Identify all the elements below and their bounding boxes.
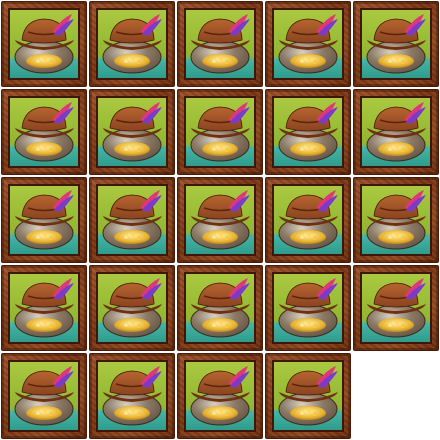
symbol-tile	[1, 353, 87, 439]
symbol-tile	[177, 89, 263, 175]
pirate-hat-gold-pot-symbol-icon	[274, 362, 342, 430]
symbol-tile	[265, 353, 351, 439]
pirate-hat-gold-pot-symbol-icon	[362, 186, 430, 254]
symbol-tile	[177, 265, 263, 351]
symbol-tile	[353, 265, 439, 351]
pirate-hat-gold-pot-symbol-icon	[186, 274, 254, 342]
symbol-tile	[177, 177, 263, 263]
symbol-tile	[177, 353, 263, 439]
pirate-hat-gold-pot-symbol-icon	[362, 10, 430, 78]
pirate-hat-gold-pot-symbol-icon	[274, 274, 342, 342]
pirate-hat-gold-pot-symbol-icon	[98, 10, 166, 78]
symbol-tile	[353, 89, 439, 175]
pirate-hat-gold-pot-symbol-icon	[98, 362, 166, 430]
pirate-hat-gold-pot-symbol-icon	[274, 186, 342, 254]
pirate-hat-gold-pot-symbol-icon	[362, 98, 430, 166]
pirate-hat-gold-pot-symbol-icon	[186, 362, 254, 430]
symbol-tile	[265, 265, 351, 351]
symbol-tile	[1, 1, 87, 87]
pirate-hat-gold-pot-symbol-icon	[10, 98, 78, 166]
symbol-tile	[89, 353, 175, 439]
symbol-tile	[353, 177, 439, 263]
symbol-tile	[89, 89, 175, 175]
symbol-tile	[89, 177, 175, 263]
symbol-tile	[265, 1, 351, 87]
symbol-tile-grid	[0, 0, 440, 440]
symbol-tile	[1, 265, 87, 351]
symbol-tile	[177, 1, 263, 87]
symbol-tile	[265, 177, 351, 263]
pirate-hat-gold-pot-symbol-icon	[10, 186, 78, 254]
pirate-hat-gold-pot-symbol-icon	[186, 186, 254, 254]
symbol-tile	[265, 89, 351, 175]
pirate-hat-gold-pot-symbol-icon	[274, 10, 342, 78]
pirate-hat-gold-pot-symbol-icon	[362, 274, 430, 342]
pirate-hat-gold-pot-symbol-icon	[98, 98, 166, 166]
pirate-hat-gold-pot-symbol-icon	[98, 186, 166, 254]
pirate-hat-gold-pot-symbol-icon	[10, 274, 78, 342]
symbol-tile	[1, 89, 87, 175]
pirate-hat-gold-pot-symbol-icon	[186, 10, 254, 78]
symbol-tile	[89, 1, 175, 87]
pirate-hat-gold-pot-symbol-icon	[10, 362, 78, 430]
symbol-tile	[353, 1, 439, 87]
pirate-hat-gold-pot-symbol-icon	[98, 274, 166, 342]
symbol-tile	[1, 177, 87, 263]
pirate-hat-gold-pot-symbol-icon	[10, 10, 78, 78]
symbol-tile	[89, 265, 175, 351]
pirate-hat-gold-pot-symbol-icon	[186, 98, 254, 166]
pirate-hat-gold-pot-symbol-icon	[274, 98, 342, 166]
